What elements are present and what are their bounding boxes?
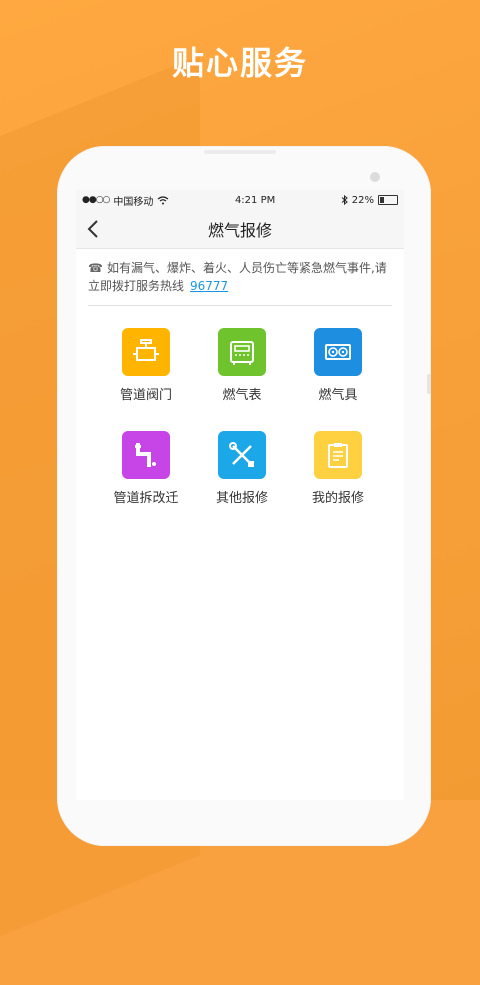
tools-icon [218, 431, 266, 479]
signal-icon: ●●○○ [82, 195, 110, 205]
menu-item-gas-meter[interactable]: 燃气表 [194, 328, 290, 403]
telephone-icon: ☎ [88, 261, 103, 275]
notice-text: 如有漏气、爆炸、着火、人员伤亡等紧急燃气事件,请立即拨打服务热线 [88, 261, 387, 293]
pipe-relocate-icon [122, 431, 170, 479]
chevron-left-icon [87, 220, 98, 238]
gas-stove-icon [314, 328, 362, 376]
wifi-icon [157, 195, 169, 205]
phone-side-button [427, 374, 431, 394]
pipe-valve-icon [122, 328, 170, 376]
status-time: 4:21 PM [234, 194, 276, 206]
menu-item-label: 管道拆改迁 [113, 491, 179, 506]
back-button[interactable] [86, 219, 106, 239]
menu-item-pipe-relocate[interactable]: 管道拆改迁 [98, 431, 194, 506]
phone-speaker [204, 150, 276, 154]
phone-camera [370, 172, 380, 182]
clipboard-icon [314, 431, 362, 479]
promo-headline: 贴心服务 [171, 44, 308, 82]
status-bar: ●●○○ 中国移动 4:21 PM 22% [76, 190, 404, 210]
menu-item-label: 管道阀门 [119, 388, 172, 403]
menu-item-label: 燃气表 [222, 388, 262, 403]
hotline-link[interactable]: 96777 [190, 279, 228, 293]
nav-bar: 燃气报修 [76, 210, 404, 249]
page-title: 燃气报修 [207, 221, 272, 240]
menu-item-label: 我的报修 [311, 491, 364, 506]
menu-item-gas-stove[interactable]: 燃气具 [290, 328, 386, 403]
menu-item-pipe-valve[interactable]: 管道阀门 [98, 328, 194, 403]
repair-menu: 管道阀门 燃气表 燃气具 管道拆改迁 其他报修 我的报修 [76, 306, 404, 506]
gas-meter-icon [218, 328, 266, 376]
bluetooth-icon [341, 195, 348, 205]
menu-item-label: 燃气具 [318, 388, 358, 403]
app-screen: ●●○○ 中国移动 4:21 PM 22% 燃气报修 ☎ 如有漏气、爆炸、着火、人… [76, 190, 404, 800]
battery-icon [377, 195, 398, 205]
emergency-notice: ☎ 如有漏气、爆炸、着火、人员伤亡等紧急燃气事件,请立即拨打服务热线 96777 [88, 259, 392, 306]
battery-percent: 22% [351, 194, 374, 206]
menu-item-my-repairs[interactable]: 我的报修 [290, 431, 386, 506]
menu-item-label: 其他报修 [215, 491, 268, 506]
menu-item-other-repair[interactable]: 其他报修 [194, 431, 290, 506]
carrier-label: 中国移动 [113, 196, 154, 208]
